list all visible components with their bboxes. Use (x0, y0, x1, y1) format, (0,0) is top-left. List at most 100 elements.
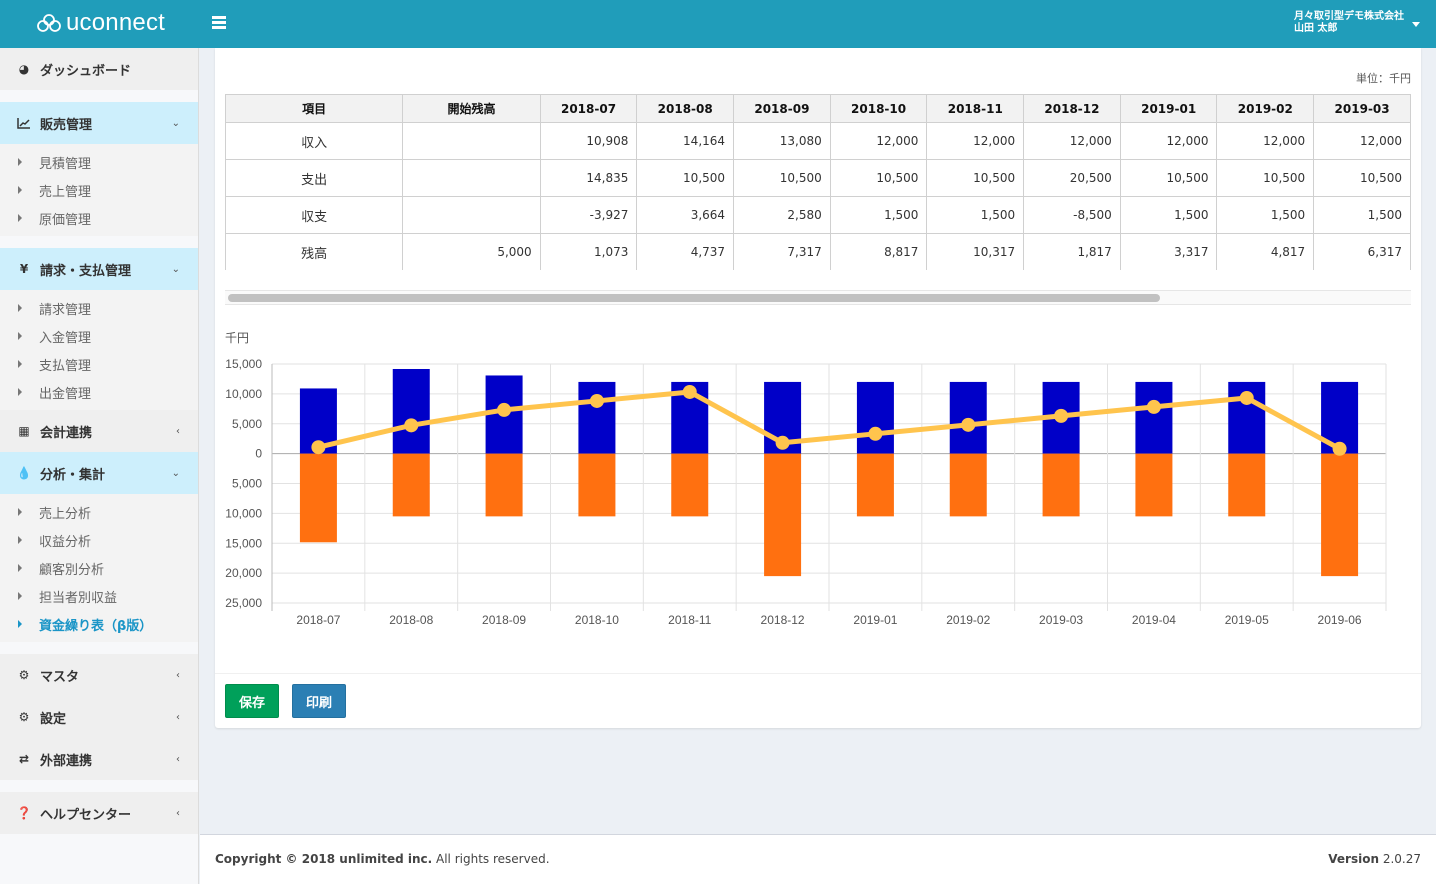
user-menu[interactable]: 月々取引型デモ株式会社 山田 太郎 (1294, 11, 1420, 35)
sidebar-item-billing[interactable]: ¥ 請求・支払管理 ⌄ (0, 248, 198, 290)
table-cell: 1,817 (1023, 233, 1121, 270)
table-cell: 1,500 (1216, 196, 1315, 234)
table-cell: 10,500 (926, 159, 1025, 197)
drop-icon: 💧 (16, 466, 32, 480)
sidebar-item-label: 設定 (40, 711, 67, 727)
print-button[interactable]: 印刷 (292, 684, 346, 718)
sidebar-subitem-staff-profit[interactable]: 担当者別収益 (0, 582, 198, 610)
analysis-submenu: 売上分析 収益分析 顧客別分析 担当者別収益 資金繰り表（β版） (0, 494, 198, 642)
sidebar-item-external[interactable]: ⇄ 外部連携 ‹ (0, 738, 198, 780)
sidebar-item-label: 分析・集計 (40, 467, 106, 483)
app-logo[interactable]: uconnect (36, 9, 165, 37)
sidebar-item-accounting[interactable]: ▦ 会計連携 ‹ (0, 410, 198, 452)
y-tick-label: 15,000 (225, 357, 262, 371)
balance-point (497, 402, 512, 417)
exchange-icon: ⇄ (18, 752, 30, 766)
sidebar-subitem-invoices[interactable]: 請求管理 (0, 294, 198, 322)
opening-balance-cell (402, 122, 541, 160)
bar-income (1135, 381, 1173, 454)
chevron-left-icon: ‹ (176, 807, 180, 819)
sidebar-subitem-sales-analysis[interactable]: 売上分析 (0, 498, 198, 526)
y-tick-label: 10,000 (225, 387, 262, 401)
table-cell: 1,073 (539, 233, 638, 270)
balance-point (1332, 441, 1347, 456)
opening-balance-cell: 5,000 (402, 233, 541, 270)
table-cell: 20,500 (1023, 159, 1121, 197)
table-header-cell: 2018-07 (539, 94, 638, 123)
x-tick-label: 2018-12 (761, 613, 805, 627)
yen-icon: ¥ (19, 262, 29, 276)
caret-right-icon (18, 158, 22, 166)
chart-svg: 千円 15,000 10,000 5,000 0 5,000 10,000 15,000 20,… (225, 331, 1387, 703)
bar-expense (1042, 453, 1080, 517)
cloud-logo-icon (37, 14, 61, 32)
top-navbar: uconnect 月々取引型デモ株式会社 山田 太郎 (0, 0, 1436, 48)
caret-right-icon (18, 304, 22, 312)
table-cell: 3,664 (636, 196, 735, 234)
table-header-cell: 2018-09 (733, 94, 831, 123)
table-header-cell: 開始残高 (402, 94, 541, 123)
table-header-cell: 2018-08 (636, 94, 735, 123)
sidebar-item-settings[interactable]: ⚙ 設定 ‹ (0, 696, 198, 738)
caret-right-icon (18, 388, 22, 396)
sidebar-subitem-profit-analysis[interactable]: 収益分析 (0, 526, 198, 554)
chevron-down-icon: ⌄ (171, 263, 180, 275)
bar-expense (671, 453, 709, 517)
table-header-row: 項目 開始残高 2018-07 2018-08 2018-09 2018-10 2018-1… (225, 94, 1411, 123)
copyright: Copyright © 2018 unlimited inc. All righ… (215, 852, 550, 866)
sidebar-item-master[interactable]: ⚙ マスタ ‹ (0, 654, 198, 696)
caret-down-icon (1412, 21, 1420, 27)
table-cell: 14,835 (539, 159, 638, 197)
sidebar-item-label: 会計連携 (40, 425, 93, 441)
copyright-rest: All rights reserved. (432, 852, 550, 866)
sidebar-subitem-costs[interactable]: 原価管理 (0, 204, 198, 232)
caret-right-icon (18, 564, 22, 572)
sidebar-item-label: 外部連携 (40, 753, 93, 769)
gear-icon: ⚙ (18, 668, 30, 682)
table-cell: 4,817 (1216, 233, 1315, 270)
billing-submenu: 請求管理 入金管理 支払管理 出金管理 (0, 290, 198, 410)
table-header-cell: 2018-12 (1023, 94, 1121, 123)
y-tick-label: 25,000 (225, 596, 262, 610)
sidebar-subitem-cashflow[interactable]: 資金繰り表（β版） (0, 610, 198, 638)
bar-expense (856, 453, 894, 517)
sidebar-item-sales[interactable]: 販売管理 ⌄ (0, 102, 198, 144)
balance-point (311, 440, 326, 455)
table-cell: 1,500 (829, 196, 928, 234)
sub-label: 支払管理 (39, 358, 92, 374)
balance-point (682, 384, 697, 399)
sidebar-subitem-estimates[interactable]: 見積管理 (0, 148, 198, 176)
table-header-cell: 2018-10 (829, 94, 928, 123)
sidebar-item-analysis[interactable]: 💧 分析・集計 ⌄ (0, 452, 198, 494)
sidebar-subitem-disbursements[interactable]: 出金管理 (0, 378, 198, 406)
y-tick-label: 10,000 (225, 506, 262, 520)
table-cell: 10,500 (733, 159, 831, 197)
balance-point (589, 393, 604, 408)
sidebar-item-dashboard[interactable]: ◕ ダッシュボード (0, 48, 198, 90)
caret-right-icon (18, 508, 22, 516)
y-tick-label: 0 (255, 447, 262, 461)
table-header-cell: 項目 (225, 94, 404, 123)
chevron-left-icon: ‹ (176, 753, 180, 765)
table-header-cell: 2019-02 (1216, 94, 1315, 123)
sidebar-toggle-icon[interactable] (212, 16, 226, 30)
table-cell: 2,580 (733, 196, 831, 234)
table-cell: 10,500 (1313, 159, 1411, 197)
user-name: 山田 太郎 (1294, 23, 1338, 34)
sidebar-subitem-customer-analysis[interactable]: 顧客別分析 (0, 554, 198, 582)
balance-point (775, 435, 790, 450)
sidebar-subitem-payments[interactable]: 支払管理 (0, 350, 198, 378)
table-cell: 6,317 (1313, 233, 1411, 270)
table-horizontal-scrollbar[interactable] (225, 290, 1411, 305)
sidebar-item-help[interactable]: ❓ ヘルプセンター ‹ (0, 792, 198, 834)
table-header-cell: 2019-03 (1313, 94, 1411, 123)
sub-label: 顧客別分析 (39, 562, 105, 578)
save-button[interactable]: 保存 (225, 684, 279, 718)
row-label: 収入 (225, 122, 404, 160)
bar-income (949, 381, 987, 454)
bar-income (856, 381, 894, 454)
sidebar-subitem-receipts[interactable]: 入金管理 (0, 322, 198, 350)
sidebar-subitem-sales[interactable]: 売上管理 (0, 176, 198, 204)
sub-label: 売上分析 (39, 506, 92, 522)
scrollbar-thumb[interactable] (228, 294, 1160, 302)
